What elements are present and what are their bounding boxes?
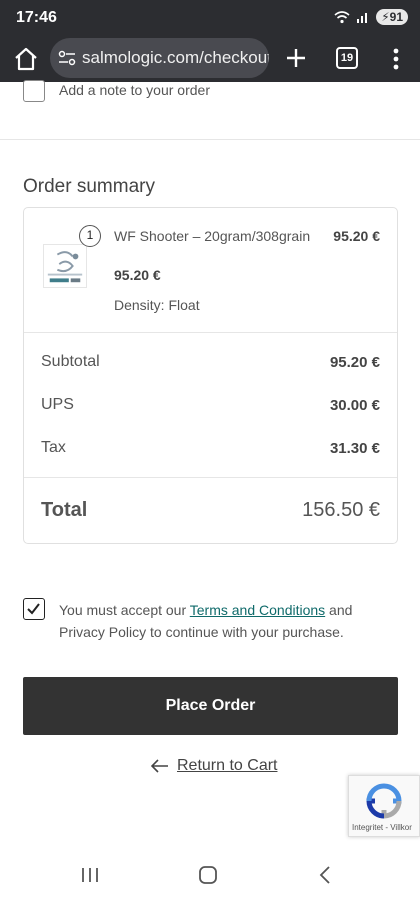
add-note-label[interactable]: Add a note to your order bbox=[59, 82, 210, 98]
order-summary-card: 1 WF Shooter – 20gram/308grain 95.20 € 9… bbox=[23, 207, 398, 544]
system-nav-bar bbox=[0, 850, 420, 900]
product-name: WF Shooter – 20gram/308grain bbox=[114, 228, 311, 244]
total-value: 156.50 € bbox=[302, 499, 380, 521]
shipping-value: 30.00 € bbox=[329, 397, 380, 414]
card-divider bbox=[24, 332, 397, 333]
nav-home-icon[interactable] bbox=[198, 865, 218, 885]
nav-back-icon[interactable] bbox=[318, 865, 332, 885]
terms-link[interactable]: Terms and Conditions bbox=[190, 602, 325, 618]
checkmark-icon bbox=[27, 603, 40, 615]
status-icons: ⚡91 bbox=[334, 9, 408, 25]
product-line-price: 95.20 € bbox=[333, 228, 380, 244]
wifi-icon bbox=[334, 11, 350, 24]
status-time: 17:46 bbox=[16, 9, 57, 26]
new-tab-icon[interactable] bbox=[283, 45, 309, 71]
order-summary-title: Order summary bbox=[23, 176, 155, 197]
recaptcha-links[interactable]: Integritet - Villkor bbox=[352, 823, 412, 832]
product-meta: Density: Float bbox=[114, 297, 200, 313]
section-divider bbox=[0, 139, 420, 140]
return-to-cart-link[interactable]: Return to Cart bbox=[151, 754, 277, 778]
battery-indicator: ⚡91 bbox=[376, 9, 408, 25]
terms-text: You must accept our Terms and Conditions… bbox=[59, 599, 395, 643]
place-order-button[interactable]: Place Order bbox=[23, 677, 398, 735]
site-settings-icon[interactable] bbox=[58, 49, 76, 67]
home-icon[interactable] bbox=[12, 45, 40, 73]
url-text: salmologic.com/checkout bbox=[82, 48, 269, 67]
add-note-checkbox[interactable] bbox=[23, 80, 45, 102]
tax-label: Tax bbox=[41, 439, 66, 456]
recaptcha-badge[interactable]: Integritet - Villkor bbox=[348, 775, 420, 837]
product-thumbnail bbox=[43, 244, 87, 288]
tax-value: 31.30 € bbox=[329, 440, 380, 457]
total-label: Total bbox=[41, 499, 88, 521]
arrow-left-icon bbox=[151, 759, 168, 773]
more-menu-icon[interactable] bbox=[388, 46, 404, 72]
subtotal-value: 95.20 € bbox=[329, 354, 380, 371]
tab-switcher-button[interactable]: 19 bbox=[336, 47, 358, 69]
product-unit-price: 95.20 € bbox=[114, 267, 161, 283]
battery-level: 91 bbox=[389, 10, 403, 24]
terms-prefix: You must accept our bbox=[59, 602, 190, 618]
add-note-row: Add a note to your order bbox=[23, 80, 383, 104]
terms-checkbox[interactable] bbox=[23, 598, 45, 620]
return-to-cart-label[interactable]: Return to Cart bbox=[177, 757, 277, 775]
status-bar: 17:46 ⚡91 bbox=[0, 0, 420, 36]
signal-icon bbox=[357, 13, 368, 23]
recaptcha-icon bbox=[366, 783, 402, 819]
recent-apps-icon[interactable] bbox=[80, 866, 100, 884]
card-divider bbox=[24, 477, 397, 478]
shipping-label: UPS bbox=[41, 396, 74, 413]
address-bar[interactable]: salmologic.com/checkout bbox=[50, 38, 269, 78]
subtotal-label: Subtotal bbox=[41, 353, 100, 370]
browser-toolbar: salmologic.com/checkout 19 bbox=[0, 36, 420, 82]
quantity-badge: 1 bbox=[79, 225, 101, 247]
